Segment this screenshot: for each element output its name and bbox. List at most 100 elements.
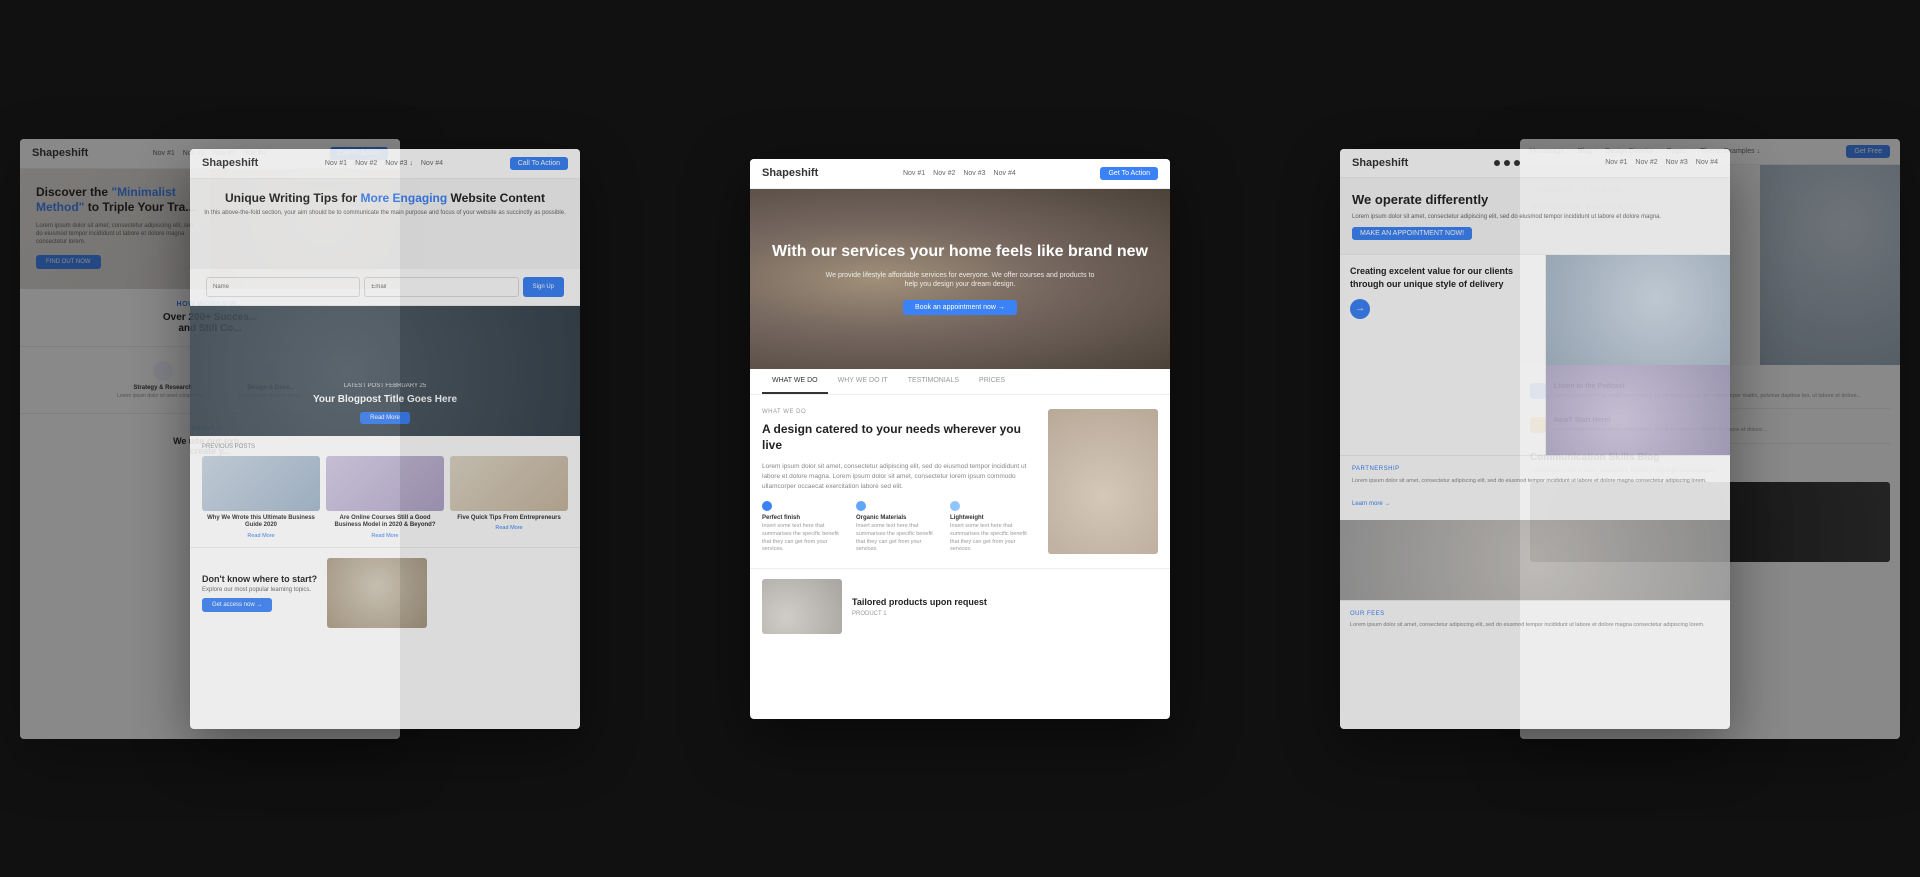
mr-two-col: Creating excelent value for our clients … [1340,255,1730,455]
mr-fees-label: OUR FEES [1350,611,1720,617]
ml-post-link-2[interactable]: Read More [326,533,444,539]
ml-nav-4[interactable]: Nov #4 [421,160,443,167]
ml-post-link-1[interactable]: Read More [202,533,320,539]
center-hero-btn[interactable]: Book an appointment now → [903,300,1017,315]
mid-left-hero: Unique Writing Tips for More Engaging We… [190,179,580,269]
mr-nav-dots [1494,160,1520,166]
ml-prev-posts: PREVIOUS POSTS Why We Wrote this Ultimat… [190,436,580,549]
mr-partnership-label: PARTNERSHIP [1352,466,1718,472]
pf-title: Perfect finish [762,515,848,521]
mr-right-col [1546,255,1731,455]
mr-arrow-icon: → [1350,299,1370,319]
ml-post-img-2 [326,456,444,511]
product-subtext: PRODUCT 1 [852,611,987,617]
fr-nav-cta[interactable]: Get Free [1846,145,1890,158]
feature-lightweight: Lightweight Insert some text here that s… [950,501,1036,554]
mr-fees-text: Lorem ipsum dolor sit amet, consectetur … [1350,621,1720,629]
ml-post-title-3: Five Quick Tips From Entrepreneurs [450,515,568,523]
screen-center: Shapeshift Nov #1 Nov #2 Nov #3 Nov #4 G… [750,159,1170,719]
center-product-section: Tailored products upon request PRODUCT 1 [750,568,1170,644]
lamp-image [1048,409,1158,555]
ml-hero-body: In this above-the-fold section, your aim… [202,210,568,216]
ml-signup-btn[interactable]: Sign Up [523,277,564,297]
far-left-heading: Discover the "Minimalist Method" to Trip… [36,185,216,216]
dot-1 [1494,160,1500,166]
mr-image-3 [1340,520,1730,600]
lightweight-icon [950,501,960,511]
center-cta-nav[interactable]: Get To Action [1100,167,1158,180]
c-nav-3[interactable]: Nov #3 [963,170,985,177]
ml-nav-3[interactable]: Nov #3 ↓ [385,160,413,167]
mr-nav-1[interactable]: Nov #1 [1605,159,1627,166]
center-section-body: Lorem ipsum dolor sit amet, consectetur … [762,462,1036,491]
mid-right-hero: We operate differently Lorem ipsum dolor… [1340,178,1730,256]
ml-name-input[interactable] [206,277,360,297]
product-text-block: Tailored products upon request PRODUCT 1 [852,597,987,617]
mid-right-nav: Shapeshift Nov #1 Nov #2 Nov #3 Nov #4 [1340,149,1730,178]
ml-cta-image [327,558,427,628]
lw-title: Lightweight [950,515,1036,521]
mr-hero-heading: We operate differently [1352,192,1718,209]
mr-hero-btn[interactable]: MAKE AN APPOINTMENT NOW! [1352,227,1472,240]
ml-post-grid: Why We Wrote this Ultimate Business Guid… [202,456,568,540]
mr-nav-links: Nov #1 Nov #2 Nov #3 Nov #4 [1605,159,1718,166]
mid-left-nav: Shapeshift Nov #1 Nov #2 Nov #3 ↓ Nov #4… [190,149,580,179]
far-left-logo: Shapeshift [32,147,88,159]
perfect-finish-icon [762,501,772,511]
pf-text: Insert some text here that summarises th… [762,523,848,554]
org-title: Organic Materials [856,515,942,521]
mr-logo: Shapeshift [1352,157,1408,169]
dot-2 [1504,160,1510,166]
ml-cta-text: Don't know where to start? Explore our m… [202,574,317,612]
c-nav-4[interactable]: Nov #4 [994,170,1016,177]
center-nav: Shapeshift Nov #1 Nov #2 Nov #3 Nov #4 G… [750,159,1170,189]
center-nav-links: Nov #1 Nov #2 Nov #3 Nov #4 [903,170,1016,177]
screen-mid-right: Shapeshift Nov #1 Nov #2 Nov #3 Nov #4 W… [1340,149,1730,729]
mid-left-cta[interactable]: Call To Action [510,157,568,170]
ml-post-link-3[interactable]: Read More [450,525,568,531]
tab-what-we-do[interactable]: WHAT WE DO [762,369,828,394]
center-section-label: WHAT WE DO [762,409,1036,415]
ml-nav-1[interactable]: Nov #1 [325,160,347,167]
ml-read-more-btn[interactable]: Read More [360,412,410,424]
ml-cta-section: Don't know where to start? Explore our m… [190,548,580,638]
far-left-find-btn[interactable]: FIND OUT NOW [36,255,101,269]
ml-post-title-1: Why We Wrote this Ultimate Business Guid… [202,515,320,531]
ml-cta-heading: Don't know where to start? [202,574,317,584]
center-product-image [1048,409,1158,555]
mr-learn-more-link[interactable]: Learn more → [1352,501,1390,507]
strategy-icon [153,361,173,381]
c-nav-2[interactable]: Nov #2 [933,170,955,177]
ml-post-label: LATEST POST FEBRUARY 25 [202,383,568,389]
tab-prices[interactable]: PRICES [969,369,1015,394]
ml-email-input[interactable] [364,277,518,297]
ml-prev-label: PREVIOUS POSTS [202,444,568,450]
mid-left-form: Sign Up [190,269,580,306]
center-text-block: WHAT WE DO A design catered to your need… [762,409,1036,555]
ml-post-card-3: Five Quick Tips From Entrepreneurs Read … [450,456,568,540]
ml-nav-2[interactable]: Nov #2 [355,160,377,167]
mr-image-2 [1546,365,1731,455]
ml-featured-post: LATEST POST FEBRUARY 25 Your Blogpost Ti… [190,306,580,436]
nav-link-1[interactable]: Nov #1 [153,150,175,157]
ml-cta-body: Explore our most popular learning topics… [202,587,317,593]
mr-nav-2[interactable]: Nov #2 [1635,159,1657,166]
organic-icon [856,501,866,511]
tab-testimonials[interactable]: TESTIMONIALS [898,369,969,394]
ml-post-card-2: Are Online Courses Still a Good Business… [326,456,444,540]
org-text: Insert some text here that summarises th… [856,523,942,554]
ml-post-card-1: Why We Wrote this Ultimate Business Guid… [202,456,320,540]
center-section-heading: A design catered to your needs wherever … [762,421,1036,455]
mr-nav-3[interactable]: Nov #3 [1666,159,1688,166]
ml-cta-btn[interactable]: Get access now → [202,598,272,612]
far-left-body: Lorem ipsum dolor sit amet, consectetur … [36,222,196,247]
feature-perfect-finish: Perfect finish Insert some text here tha… [762,501,848,554]
tab-why-we-do[interactable]: WHY WE DO IT [828,369,898,394]
center-hero-body: We provide lifestyle affordable services… [820,271,1100,291]
mr-creating-heading: Creating excelent value for our clients … [1350,265,1535,290]
mr-hero-body: Lorem ipsum dolor sit amet, consectetur … [1352,213,1718,222]
product-heading: Tailored products upon request [852,597,987,607]
lw-text: Insert some text here that summarises th… [950,523,1036,554]
c-nav-1[interactable]: Nov #1 [903,170,925,177]
mr-nav-4[interactable]: Nov #4 [1696,159,1718,166]
